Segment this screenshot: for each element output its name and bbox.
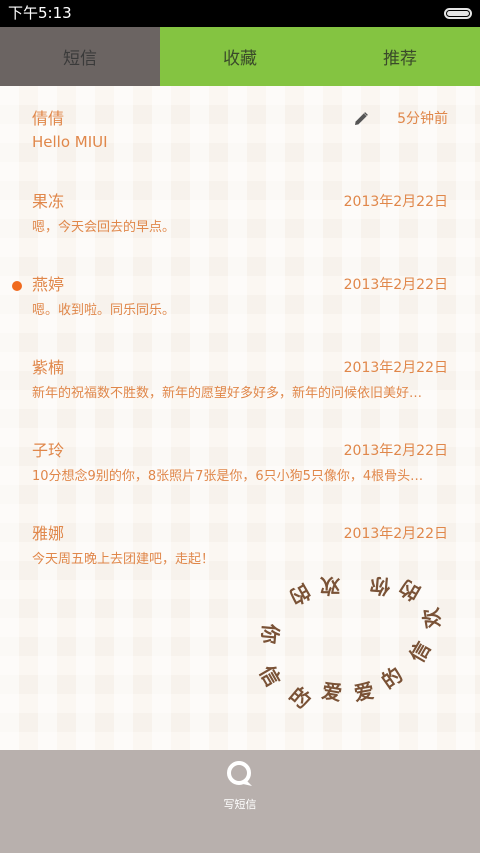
message-time: 5分钟前 [397, 111, 448, 127]
message-preview: 新年的祝福数不胜数，新年的愿望好多好多，新年的问候依旧美好… [32, 386, 423, 401]
heart-char: 爱 [320, 678, 344, 705]
list-item[interactable]: 果冻 2013年2月22日 嗯，今天会回去的早点。 [0, 191, 480, 273]
heart-char: 信 [405, 637, 436, 666]
message-time: 2013年2月22日 [343, 526, 448, 542]
contact-name: 紫楠 [32, 358, 65, 377]
compose-label: 写短信 [223, 798, 257, 811]
tab-recommend-label: 推荐 [383, 49, 417, 69]
message-preview: 今天周五晚上去团建吧，走起！ [32, 552, 215, 567]
contact-name: 雅娜 [32, 524, 65, 543]
tab-recommend[interactable]: 推荐 [320, 27, 480, 86]
tab-favorites-label: 收藏 [223, 49, 257, 69]
battery-icon [444, 8, 472, 19]
list-item[interactable]: 雅娜 2013年2月22日 今天周五晚上去团建吧，走起！ [0, 523, 480, 605]
list-item[interactable]: 倩倩 5分钟前 Hello MIUI [0, 108, 480, 190]
tab-bar: 短信 收藏 推荐 [0, 27, 480, 86]
heart-char: 信 [255, 661, 286, 690]
chat-bubble-icon [227, 761, 252, 786]
message-preview: Hello MIUI [32, 133, 108, 151]
message-time: 2013年2月22日 [343, 360, 448, 376]
heart-char: 你 [257, 622, 283, 645]
contact-name: 燕婷 [32, 275, 65, 294]
heart-char: 欢 [418, 605, 445, 631]
tab-favorites[interactable]: 收藏 [160, 27, 320, 86]
heart-char: 的 [285, 682, 316, 713]
message-time: 2013年2月22日 [343, 277, 448, 293]
list-item[interactable]: 子玲 2013年2月22日 10分想念9别的你，8张照片7张是你，6只小狗5只像… [0, 440, 480, 522]
contact-name: 果冻 [32, 192, 65, 211]
message-time: 2013年2月22日 [343, 194, 448, 210]
heart-char: 的 [377, 662, 407, 693]
contact-name: 子玲 [32, 441, 65, 460]
pencil-icon [355, 112, 368, 125]
message-time: 2013年2月22日 [343, 443, 448, 459]
tab-sms[interactable]: 短信 [0, 27, 160, 86]
message-preview: 10分想念9别的你，8张照片7张是你，6只小狗5只像你，4根骨头… [32, 469, 424, 484]
contact-name: 倩倩 [32, 109, 65, 128]
status-time: 下午5:13 [8, 4, 72, 22]
message-preview: 嗯。收到啦。同乐同乐。 [32, 303, 176, 318]
bottom-bar: 写短信 [0, 750, 480, 853]
tab-sms-label: 短信 [63, 49, 97, 69]
compose-button[interactable]: 写短信 [200, 758, 280, 818]
heart-char: 爱 [352, 678, 376, 705]
list-item[interactable]: 紫楠 2013年2月22日 新年的祝福数不胜数，新年的愿望好多好多，新年的问候依… [0, 357, 480, 439]
list-item[interactable]: 燕婷 2013年2月22日 嗯。收到啦。同乐同乐。 [0, 274, 480, 356]
message-preview: 嗯，今天会回去的早点。 [32, 220, 176, 235]
status-bar: 下午5:13 [0, 0, 480, 27]
unread-indicator [12, 281, 22, 291]
message-list[interactable]: 你的欢信的爱爱的信欢的你 倩倩 5分钟前 Hello MIUI 果冻 2013年… [0, 86, 480, 750]
